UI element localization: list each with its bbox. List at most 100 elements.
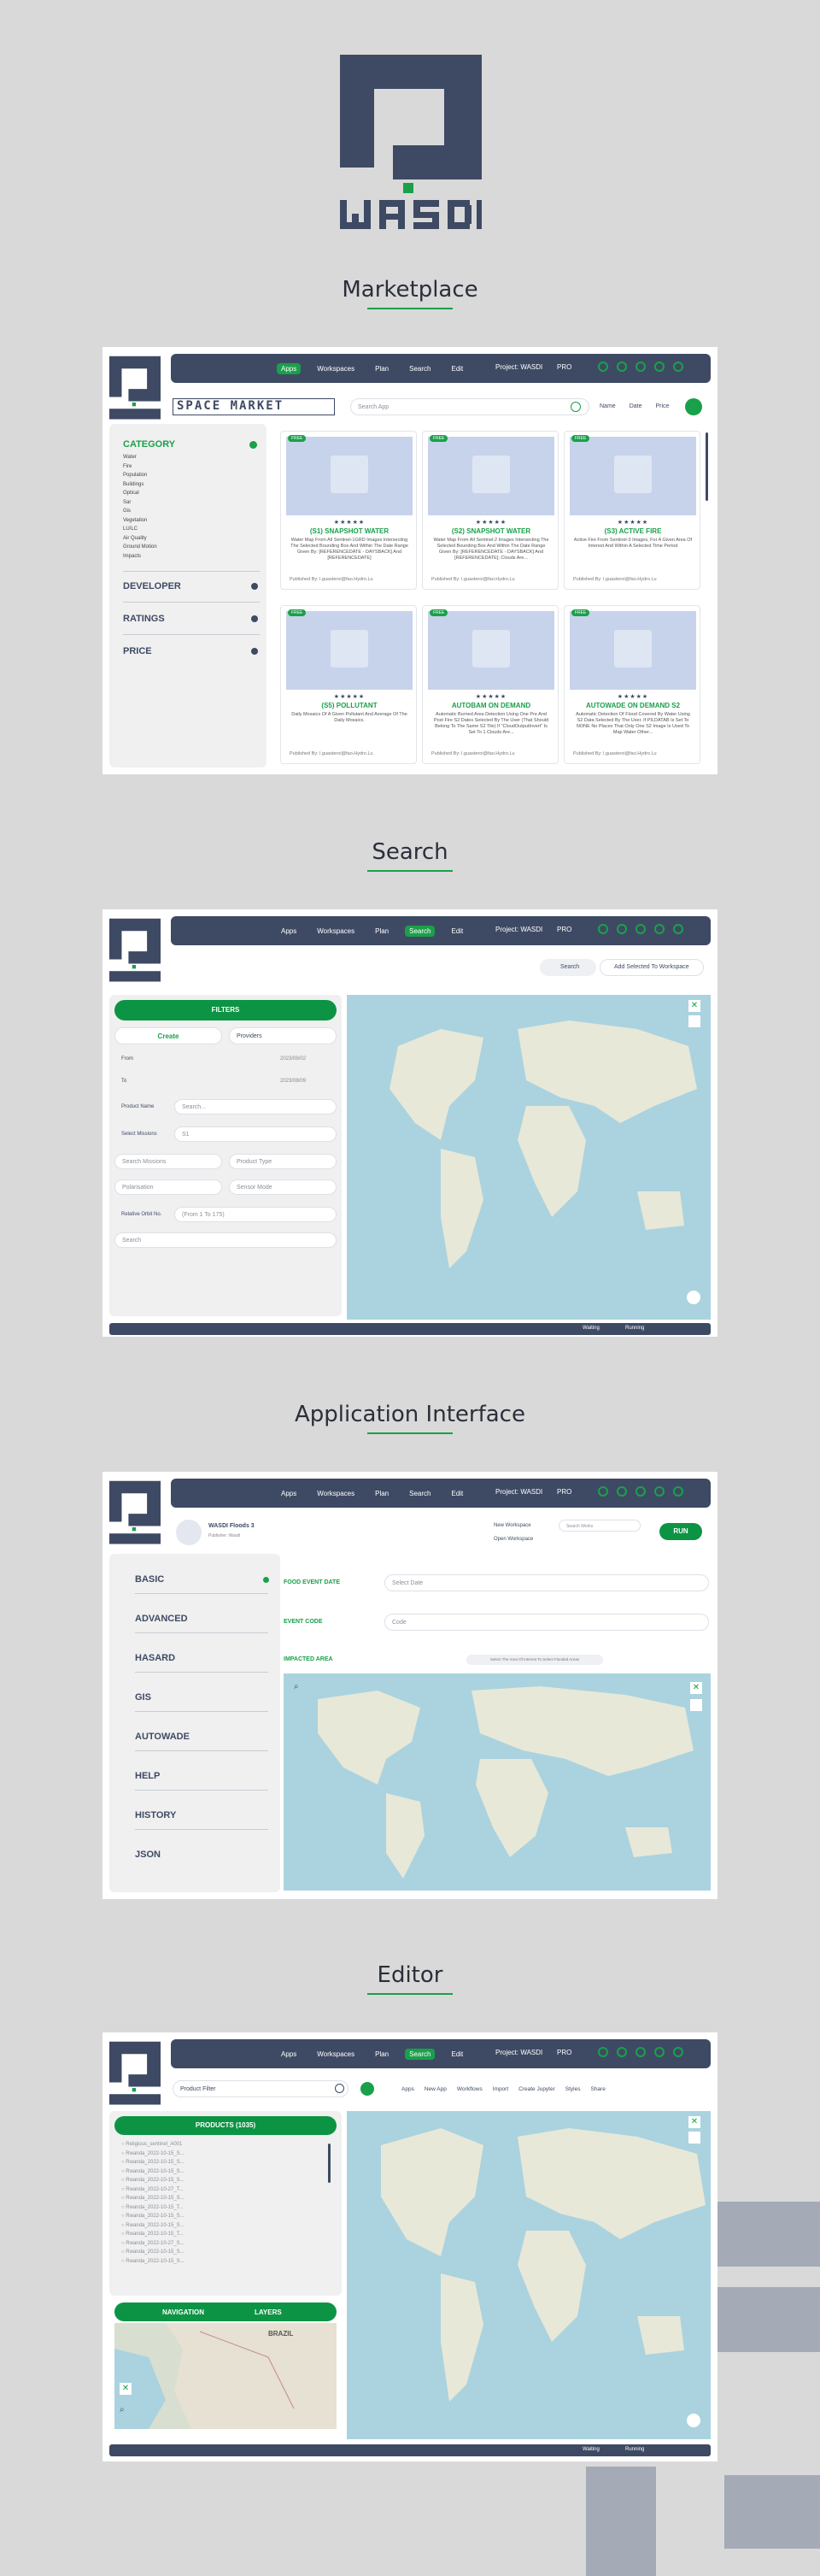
project-label[interactable]: Project: WASDI (495, 2049, 542, 2056)
project-label[interactable]: Project: WASDI (495, 1488, 542, 1496)
category-item[interactable]: Water (123, 453, 157, 462)
filter-toggle-icon[interactable] (360, 2082, 374, 2096)
open-workspace-option[interactable]: Open Workspace (494, 1537, 533, 1542)
nav-apps[interactable]: Apps (277, 2049, 301, 2060)
category-item[interactable]: Gis (123, 507, 157, 516)
world-map[interactable]: ✕ (347, 2111, 711, 2439)
project-label[interactable]: Project: WASDI (495, 926, 542, 933)
category-item[interactable]: LU/LC (123, 525, 157, 534)
missions-select[interactable]: S1 (174, 1126, 337, 1142)
menu-hasard[interactable]: HASARD (135, 1653, 175, 1663)
flag-icon[interactable] (654, 924, 665, 934)
expand-icon[interactable] (251, 648, 258, 655)
layers-icon[interactable] (687, 2414, 700, 2427)
impacted-area-map[interactable]: ⌕ ✕ (284, 1673, 711, 1891)
edit-icon[interactable] (688, 1015, 700, 1027)
flag-icon[interactable] (654, 1486, 665, 1497)
list-item[interactable]: ○ Rwanda_2022-10-15_S... (121, 2167, 184, 2177)
search-icon[interactable] (571, 402, 581, 412)
menu-history[interactable]: HISTORY (135, 1810, 176, 1820)
category-item[interactable]: Ground Motion (123, 543, 157, 552)
app-card[interactable]: FREE ★★★★★ (S1) SNAPSHOT WATER Water Map… (280, 431, 417, 590)
bell-icon[interactable] (617, 2047, 627, 2057)
nav-search[interactable]: Search (405, 926, 436, 937)
logout-icon[interactable] (673, 2047, 683, 2057)
app-card[interactable]: FREE ★★★★★ (S2) SNAPSHOT WATER Water Map… (422, 431, 559, 590)
app-card[interactable]: FREE ★★★★★ AUTOBAM ON DEMAND Automatic B… (422, 605, 559, 764)
flag-icon[interactable] (654, 362, 665, 372)
sort-date[interactable]: Date (630, 403, 642, 409)
expand-icon[interactable] (251, 583, 258, 590)
user-icon[interactable] (598, 924, 608, 934)
category-title[interactable]: CATEGORY (123, 439, 175, 450)
app-card[interactable]: FREE ★★★★★ (S3) ACTIVE FIRE Active Fire … (564, 431, 700, 590)
user-icon[interactable] (598, 2047, 608, 2057)
project-label[interactable]: Project: WASDI (495, 363, 542, 371)
filter-ratings[interactable]: RATINGS (123, 614, 165, 624)
list-item[interactable]: ○ Religious_sentinel_A001 (121, 2140, 184, 2150)
nav-workspaces[interactable]: Workspaces (313, 1488, 359, 1499)
user-avatar[interactable] (685, 398, 702, 415)
product-name-input[interactable]: Search... (174, 1099, 337, 1115)
toolbar-create-jupyter[interactable]: Create Jupyter (518, 2086, 555, 2092)
list-item[interactable]: ○ Rwanda_2022-10-27_T... (121, 2185, 184, 2195)
list-item[interactable]: ○ Rwanda_2022-10-27_S... (121, 2239, 184, 2249)
list-item[interactable]: ○ Rwanda_2022-10-15_S... (121, 2176, 184, 2185)
nav-apps[interactable]: Apps (277, 926, 301, 937)
category-item[interactable]: Population (123, 471, 157, 480)
scrollbar[interactable] (706, 432, 708, 501)
nav-search[interactable]: Search (405, 1488, 435, 1499)
category-item[interactable]: Sar (123, 498, 157, 508)
flag-icon[interactable] (654, 2047, 665, 2057)
nav-workspaces[interactable]: Workspaces (313, 363, 359, 374)
list-item[interactable]: ○ Rwanda_2022-10-15_S... (121, 2248, 184, 2257)
user-icon[interactable] (598, 362, 608, 372)
menu-basic[interactable]: BASIC (135, 1574, 164, 1585)
user-icon[interactable] (598, 1486, 608, 1497)
list-item[interactable]: ○ Rwanda_2022-10-15_S... (121, 2212, 184, 2221)
app-card[interactable]: FREE ★★★★★ AUTOWADE ON DEMAND S2 Automat… (564, 605, 700, 764)
providers-select[interactable]: Providers (229, 1027, 337, 1044)
workspace-search-input[interactable]: Search Works (559, 1520, 641, 1532)
edit-icon[interactable] (690, 1699, 702, 1711)
products-title[interactable]: PRODUCTS (1035) (114, 2116, 337, 2135)
search-button[interactable]: Search (540, 959, 596, 976)
nav-apps[interactable]: Apps (277, 1488, 301, 1499)
mini-map[interactable]: BRAZIL ✕ ⌕ (114, 2323, 337, 2429)
sort-name[interactable]: Name (600, 403, 616, 409)
relative-orbit-input[interactable]: (From 1 To 175) (174, 1207, 337, 1222)
search-icon[interactable]: ⌕ (294, 1682, 299, 1691)
search-missions-input[interactable]: Search Missions (114, 1154, 222, 1169)
help-icon[interactable] (636, 1486, 646, 1497)
nav-plan[interactable]: Plan (371, 926, 393, 937)
list-item[interactable]: ○ Rwanda_2022-10-15_T... (121, 2230, 184, 2239)
nav-search[interactable]: Search (405, 2049, 436, 2060)
expand-icon[interactable] (251, 615, 258, 622)
sort-price[interactable]: Price (655, 403, 669, 409)
category-item[interactable]: Vegetation (123, 516, 157, 526)
nav-plan[interactable]: Plan (371, 1488, 393, 1499)
logout-icon[interactable] (673, 362, 683, 372)
category-item[interactable]: Air Quality (123, 534, 157, 544)
to-date[interactable]: 2023/08/09 (280, 1079, 306, 1084)
tab-layers[interactable]: LAYERS (255, 2308, 282, 2316)
tab-create[interactable]: Create (114, 1027, 222, 1044)
toolbar-workflows[interactable]: Workflows (457, 2086, 483, 2092)
toolbar-new-app[interactable]: New App (425, 2086, 447, 2092)
nav-search[interactable]: Search (405, 363, 435, 374)
layers-icon[interactable] (687, 1291, 700, 1304)
add-to-workspace-button[interactable]: Add Selected To Workspace (600, 959, 704, 976)
list-item[interactable]: ○ Rwanda_2022-10-15_T... (121, 2203, 184, 2213)
toolbar-import[interactable]: Import (493, 2086, 508, 2092)
from-date[interactable]: 2023/08/02 (280, 1056, 306, 1062)
logout-icon[interactable] (673, 924, 683, 934)
edit-icon[interactable] (688, 2132, 700, 2144)
menu-advanced[interactable]: ADVANCED (135, 1614, 188, 1624)
category-item[interactable]: Optical (123, 489, 157, 498)
world-map[interactable]: ✕ (347, 995, 711, 1320)
category-item[interactable]: Fire (123, 462, 157, 472)
category-item[interactable]: Buildings (123, 480, 157, 490)
list-item[interactable]: ○ Rwanda_2022-10-15_S... (121, 2221, 184, 2231)
nav-plan[interactable]: Plan (371, 363, 393, 374)
filter-developer[interactable]: DEVELOPER (123, 581, 181, 591)
